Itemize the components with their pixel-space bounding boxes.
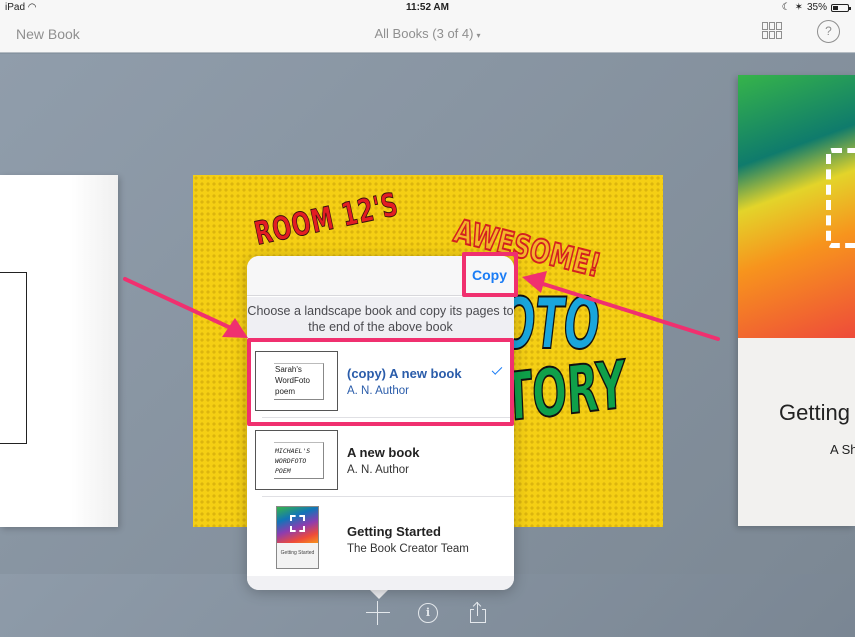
moon-icon: ☾ <box>781 2 791 13</box>
grid-cell <box>762 22 768 30</box>
nav-bar: New Book All Books (3 of 4) ▾ ? <box>0 16 855 53</box>
new-book-button[interactable]: New Book <box>16 26 80 42</box>
thumbnail-text: MICHAEL'S WORDFOTO POEM <box>274 442 324 479</box>
status-bar: iPad ◠ 11:52 AM ☾ ✶ 35% <box>0 0 855 16</box>
battery-icon <box>831 3 851 12</box>
thumbnail-text: Sarah's WordFoto poem <box>274 363 324 400</box>
thumbnail-line: POEM <box>275 467 291 475</box>
book-title: Getting Started <box>347 524 441 539</box>
book-title: (copy) A new book <box>347 366 462 381</box>
book-list-item[interactable]: Getting Started Getting Started The Book… <box>247 497 514 576</box>
library-title[interactable]: All Books (3 of 4) <box>374 26 473 41</box>
cover-lower: Getting Started A Short Guide <box>738 338 855 526</box>
clock: 11:52 AM <box>406 2 449 13</box>
grid-cell <box>769 31 775 39</box>
share-box <box>470 609 486 623</box>
status-right: ☾ ✶ 35% <box>781 2 851 13</box>
thumbnail-line: WordFoto <box>275 376 310 385</box>
thumbnail-line: MICHAEL'S <box>275 447 311 455</box>
popover-footer <box>247 576 514 590</box>
help-icon[interactable]: ? <box>817 20 840 43</box>
book-author: The Book Creator Team <box>347 543 469 555</box>
book-thumbnail: MICHAEL'S WORDFOTO POEM <box>255 430 338 490</box>
thumbnail-artwork <box>277 507 318 543</box>
share-icon[interactable] <box>470 601 486 624</box>
book-cover-next[interactable]: Getting Started A Short Guide <box>738 75 855 526</box>
thumbnail-line: Sarah's <box>275 365 302 374</box>
book-list-item[interactable]: MICHAEL'S WORDFOTO POEM A new book A. N.… <box>247 418 514 497</box>
chevron-down-icon[interactable]: ▾ <box>476 31 480 40</box>
cover-frame <box>0 272 27 444</box>
cover-title: Getting Started <box>779 400 855 425</box>
thumbnail-line: poem <box>275 387 296 396</box>
thumbnail-line: WORDFOTO <box>275 457 307 465</box>
book-author: A. N. Author <box>347 385 410 397</box>
cover-text-room: ROOM 12'S <box>251 185 402 253</box>
copy-pages-popover: Copy Choose a landscape book and copy it… <box>247 256 514 590</box>
cover-subtitle: A Short Guide <box>830 442 855 457</box>
grid-view-icon[interactable] <box>762 22 784 42</box>
grid-cell <box>776 31 782 39</box>
cover-artwork <box>738 75 855 338</box>
battery-fill <box>833 5 838 10</box>
copy-button[interactable]: Copy <box>472 267 507 283</box>
battery-percent: 35% <box>806 2 827 13</box>
book-thumbnail: Sarah's WordFoto poem <box>255 351 338 411</box>
book-cover-previous[interactable] <box>0 175 118 527</box>
info-icon[interactable]: i <box>418 603 438 623</box>
popover-instructions: Choose a landscape book and copy its pag… <box>247 297 514 339</box>
book-creator-logo-icon <box>290 515 305 532</box>
book-author: A. N. Author <box>347 464 410 476</box>
grid-cell <box>776 22 782 30</box>
book-title: A new book <box>347 445 420 460</box>
share-arrow <box>472 601 482 611</box>
bluetooth-icon: ✶ <box>794 2 803 13</box>
book-thumbnail: Getting Started <box>276 506 319 569</box>
book-creator-logo-icon <box>826 148 855 248</box>
plus-icon[interactable] <box>366 601 390 625</box>
library-selector: All Books (3 of 4) ▾ <box>0 26 855 41</box>
grid-cell <box>769 22 775 30</box>
grid-cell <box>762 31 768 39</box>
book-list-item[interactable]: Sarah's WordFoto poem (copy) A new book … <box>247 339 514 418</box>
popover-header: Copy <box>247 256 514 296</box>
checkmark-icon <box>491 364 503 375</box>
thumbnail-label: Getting Started <box>280 550 315 556</box>
